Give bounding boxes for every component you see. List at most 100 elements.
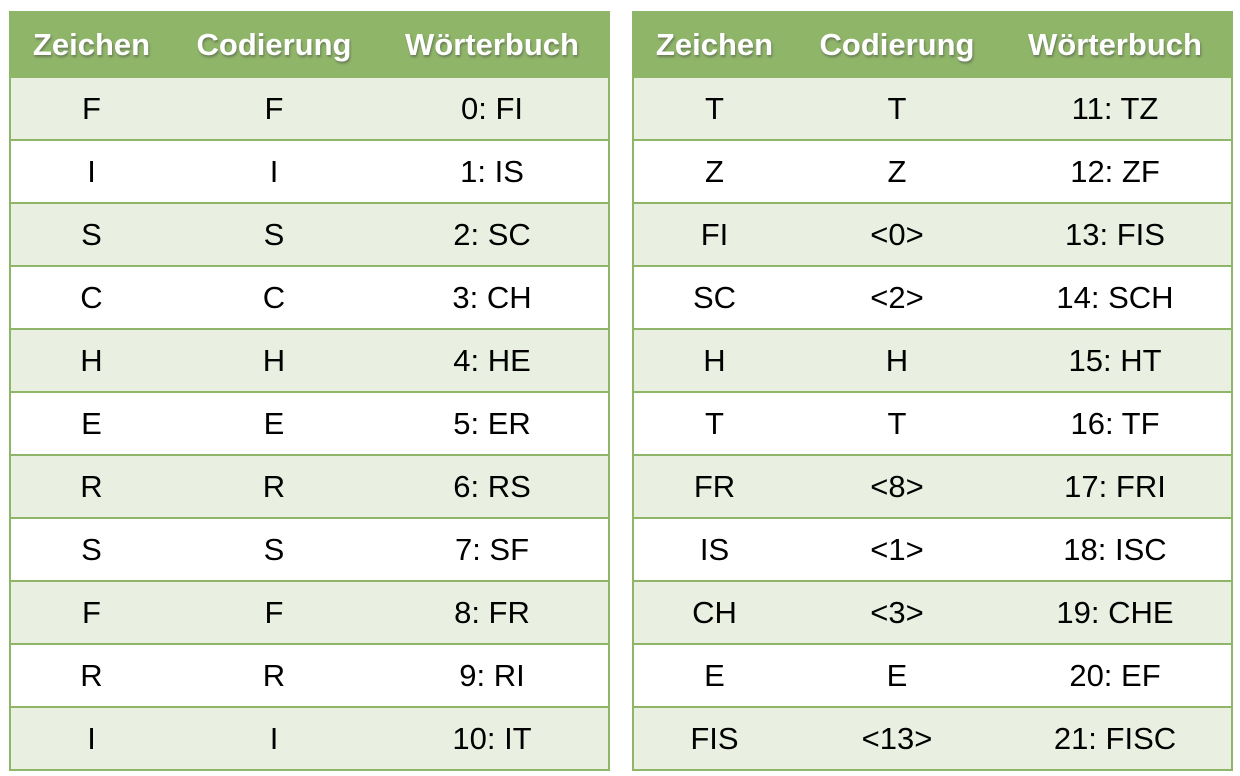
cell-codierung: <0> — [795, 202, 999, 266]
table-row: T T 16: TF — [633, 391, 1232, 455]
cell-woerterbuch: 13: FIS — [999, 202, 1232, 266]
table-body: F F 0: FI I I 1: IS S S 2: SC C C 3: CH H H 4: HE … — [10, 76, 609, 770]
cell-zeichen: S — [10, 202, 172, 266]
table-row: R R 9: RI — [10, 643, 609, 707]
cell-zeichen: T — [633, 391, 795, 455]
cell-codierung: H — [172, 328, 376, 392]
cell-zeichen: FR — [633, 454, 795, 518]
table-row: C C 3: CH — [10, 265, 609, 329]
cell-codierung: <8> — [795, 454, 999, 518]
cell-codierung: <1> — [795, 517, 999, 581]
cell-codierung: I — [172, 706, 376, 770]
cell-codierung: E — [172, 391, 376, 455]
table-row: H H 4: HE — [10, 328, 609, 392]
cell-zeichen: S — [10, 517, 172, 581]
cell-woerterbuch: 4: HE — [376, 328, 609, 392]
cell-codierung: <13> — [795, 706, 999, 770]
cell-codierung: H — [795, 328, 999, 392]
table-row: F F 0: FI — [10, 76, 609, 140]
header-codierung: Codierung — [795, 12, 999, 78]
header-row: Zeichen Codierung Wörterbuch — [633, 12, 1232, 78]
table-row: E E 20: EF — [633, 643, 1232, 707]
cell-woerterbuch: 11: TZ — [999, 76, 1232, 140]
cell-codierung: R — [172, 643, 376, 707]
cell-woerterbuch: 10: IT — [376, 706, 609, 770]
cell-codierung: T — [795, 391, 999, 455]
cell-woerterbuch: 12: ZF — [999, 139, 1232, 203]
table-row: S S 2: SC — [10, 202, 609, 266]
lzw-table-left: Zeichen Codierung Wörterbuch F F 0: FI II1… — [9, 11, 610, 771]
header-woerterbuch: Wörterbuch — [376, 12, 609, 78]
cell-woerterbuch: 6: RS — [376, 454, 609, 518]
cell-woerterbuch: 21: FISC — [999, 706, 1232, 770]
table-row: R R 6: RS — [10, 454, 609, 518]
cell-woerterbuch: 1: IS — [376, 139, 609, 203]
table-row: CH <3> 19: CHE — [633, 580, 1232, 644]
cell-zeichen: F — [10, 76, 172, 140]
header-codierung: Codierung — [172, 12, 376, 78]
lzw-table-right: Zeichen Codierung Wörterbuch T T 11: TZ ZZ… — [632, 11, 1233, 771]
cell-woerterbuch: 19: CHE — [999, 580, 1232, 644]
cell-zeichen: I — [10, 706, 172, 770]
table-row: FIS <13> 21: FISC — [633, 706, 1232, 770]
cell-zeichen: H — [10, 328, 172, 392]
cell-woerterbuch: 0: FI — [376, 76, 609, 140]
cell-zeichen: I — [10, 139, 172, 203]
cell-zeichen: H — [633, 328, 795, 392]
table-row: F F 8: FR — [10, 580, 609, 644]
cell-codierung: <3> — [795, 580, 999, 644]
header-zeichen: Zeichen — [10, 12, 172, 78]
table-row: T T 11: TZ — [633, 76, 1232, 140]
cell-zeichen: CH — [633, 580, 795, 644]
cell-codierung: S — [172, 517, 376, 581]
cell-woerterbuch: 15: HT — [999, 328, 1232, 392]
table-row: Z Z 12: ZF — [633, 139, 1232, 203]
cell-codierung: <2> — [795, 265, 999, 329]
cell-woerterbuch: 5: ER — [376, 391, 609, 455]
cell-codierung: S — [172, 202, 376, 266]
cell-codierung: C — [172, 265, 376, 329]
table-row: S S 7: SF — [10, 517, 609, 581]
cell-zeichen: IS — [633, 517, 795, 581]
table-row: SC <2> 14: SCH — [633, 265, 1232, 329]
header-woerterbuch: Wörterbuch — [999, 12, 1232, 78]
cell-woerterbuch: 14: SCH — [999, 265, 1232, 329]
cell-woerterbuch: 18: ISC — [999, 517, 1232, 581]
cell-codierung: R — [172, 454, 376, 518]
cell-woerterbuch: 3: CH — [376, 265, 609, 329]
cell-woerterbuch: 2: SC — [376, 202, 609, 266]
cell-zeichen: F — [10, 580, 172, 644]
table-row: FR <8> 17: FRI — [633, 454, 1232, 518]
cell-zeichen: SC — [633, 265, 795, 329]
cell-woerterbuch: 9: RI — [376, 643, 609, 707]
cell-woerterbuch: 7: SF — [376, 517, 609, 581]
cell-codierung: I — [172, 139, 376, 203]
cell-woerterbuch: 8: FR — [376, 580, 609, 644]
table-row: IS <1> 18: ISC — [633, 517, 1232, 581]
header-zeichen: Zeichen — [633, 12, 795, 78]
cell-codierung: Z — [795, 139, 999, 203]
cell-zeichen: R — [10, 643, 172, 707]
table-row: I I 10: IT — [10, 706, 609, 770]
cell-codierung: T — [795, 76, 999, 140]
cell-woerterbuch: 20: EF — [999, 643, 1232, 707]
cell-zeichen: Z — [633, 139, 795, 203]
table-row: I I 1: IS — [10, 139, 609, 203]
cell-zeichen: R — [10, 454, 172, 518]
cell-codierung: F — [172, 76, 376, 140]
cell-zeichen: C — [10, 265, 172, 329]
cell-zeichen: E — [633, 643, 795, 707]
cell-zeichen: FI — [633, 202, 795, 266]
table-body: T T 11: TZ Z Z 12: ZF FI <0> 13: FIS SC <2> 14: … — [633, 76, 1232, 770]
cell-codierung: F — [172, 580, 376, 644]
cell-zeichen: T — [633, 76, 795, 140]
table-row: E E 5: ER — [10, 391, 609, 455]
header-row: Zeichen Codierung Wörterbuch — [10, 12, 609, 78]
cell-codierung: E — [795, 643, 999, 707]
cell-zeichen: FIS — [633, 706, 795, 770]
cell-woerterbuch: 16: TF — [999, 391, 1232, 455]
table-row: FI <0> 13: FIS — [633, 202, 1232, 266]
table-row: H H 15: HT — [633, 328, 1232, 392]
cell-zeichen: E — [10, 391, 172, 455]
cell-woerterbuch: 17: FRI — [999, 454, 1232, 518]
